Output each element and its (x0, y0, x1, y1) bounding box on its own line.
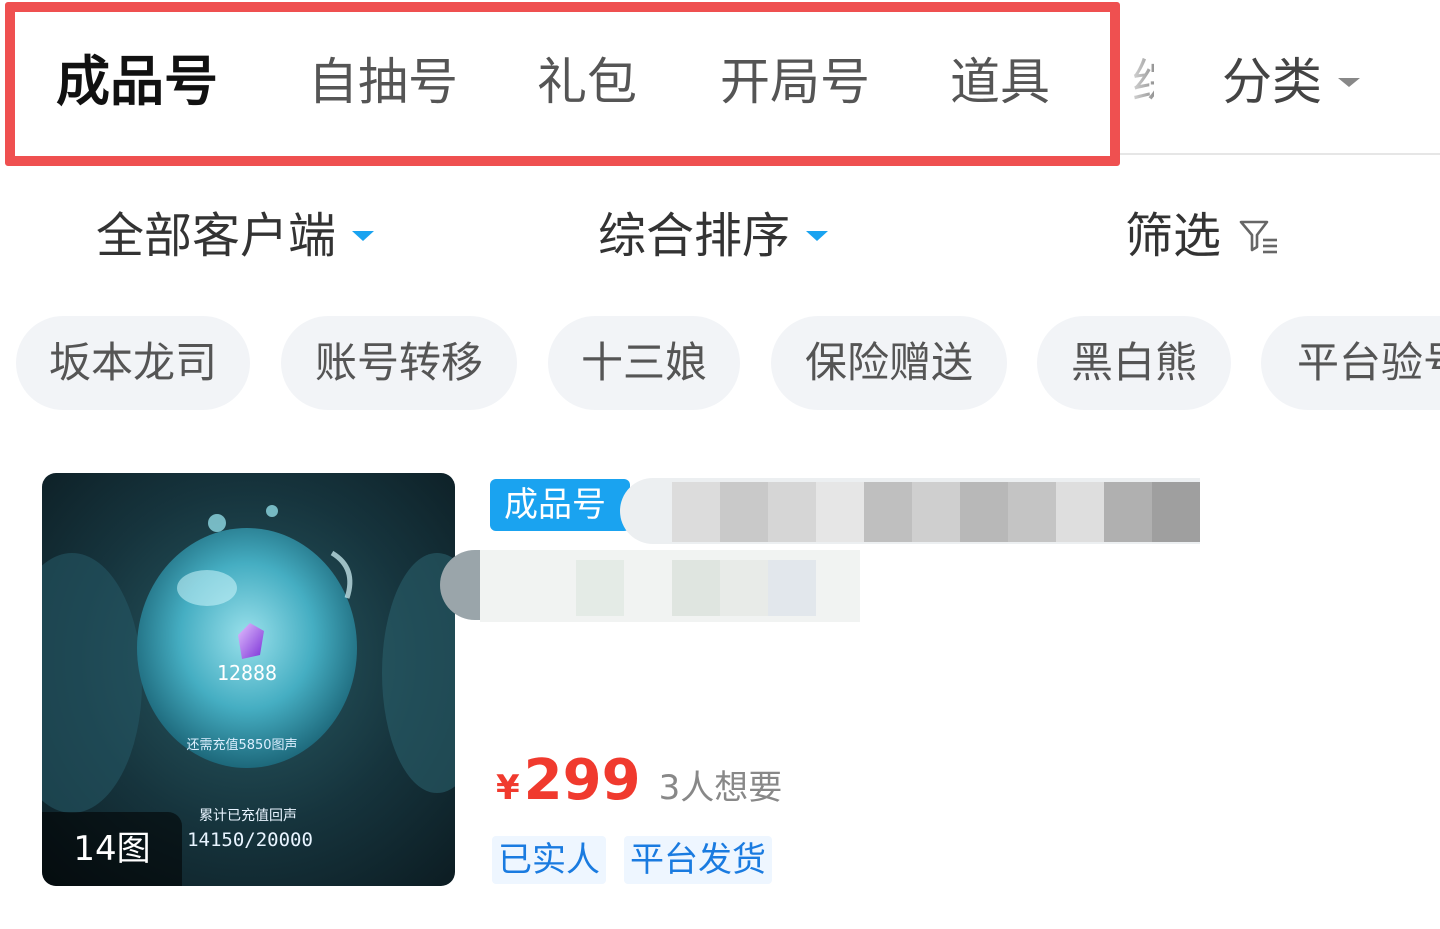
wants-count: 3人想要 (658, 768, 783, 808)
platform-delivery-badge: 平台发货 (624, 836, 772, 884)
top-tab-bar: 成品号 自抽号 礼包 开局号 道具 综 分类 (0, 0, 1440, 166)
client-filter-dropdown[interactable]: 全部客户端 (96, 200, 375, 272)
chip-shisanniang[interactable]: 十三娘 (548, 316, 740, 410)
recharge-progress-text: 14150/20000 (187, 829, 313, 851)
price-row: ¥ 299 3人想要 (496, 748, 782, 828)
category-dropdown[interactable]: 分类 (1222, 47, 1360, 117)
tab-finished-account[interactable]: 成品号 (56, 47, 218, 117)
tab-overflow-fade (1120, 10, 1160, 150)
tab-items[interactable]: 道具 (950, 47, 1050, 117)
game-account-market-page: 成品号 自抽号 礼包 开局号 道具 综 分类 全部客户端 综合排序 筛选 坂本龙… (0, 0, 1440, 929)
recharge-remaining-text: 还需充值5850图声 (186, 737, 297, 753)
chip-platform-verify[interactable]: 平台验号 (1261, 316, 1440, 410)
chip-sakamoto-ryuji[interactable]: 坂本龙司 (16, 316, 250, 410)
chip-insurance-gift[interactable]: 保险赠送 (771, 316, 1007, 410)
caret-down-icon (352, 231, 375, 241)
client-filter-label: 全部客户端 (96, 208, 337, 264)
price-currency: ¥ (496, 768, 520, 808)
screen-filter-button[interactable]: 筛选 (1125, 200, 1281, 272)
sort-label: 综合排序 (598, 208, 791, 264)
filter-funnel-icon (1239, 220, 1278, 254)
sort-dropdown[interactable]: 综合排序 (598, 200, 829, 272)
chip-account-transfer[interactable]: 账号转移 (281, 316, 517, 410)
chip-monokuma[interactable]: 黑白熊 (1037, 316, 1231, 410)
tab-self-draw-account[interactable]: 自抽号 (308, 47, 458, 117)
category-label: 分类 (1222, 53, 1322, 111)
tab-starter-account[interactable]: 开局号 (720, 47, 870, 117)
verified-badge: 已实人 (492, 836, 606, 884)
cumulative-recharge-text: 累计已充值回声 (199, 808, 297, 824)
price-value: 299 (523, 748, 641, 813)
tab-bar-divider (1110, 153, 1440, 155)
caret-down-icon (806, 231, 829, 241)
crystal-value-text: 12888 (217, 661, 277, 685)
image-count-badge: 14图 (42, 812, 182, 886)
redacted-title (440, 470, 1210, 640)
tab-gift-pack[interactable]: 礼包 (537, 47, 637, 117)
product-thumbnail[interactable]: 12888 还需充值5850图声 累计已充值回声 14150/20000 14图 (42, 473, 455, 886)
screen-filter-label: 筛选 (1125, 208, 1222, 264)
chevron-down-icon (1338, 77, 1360, 87)
